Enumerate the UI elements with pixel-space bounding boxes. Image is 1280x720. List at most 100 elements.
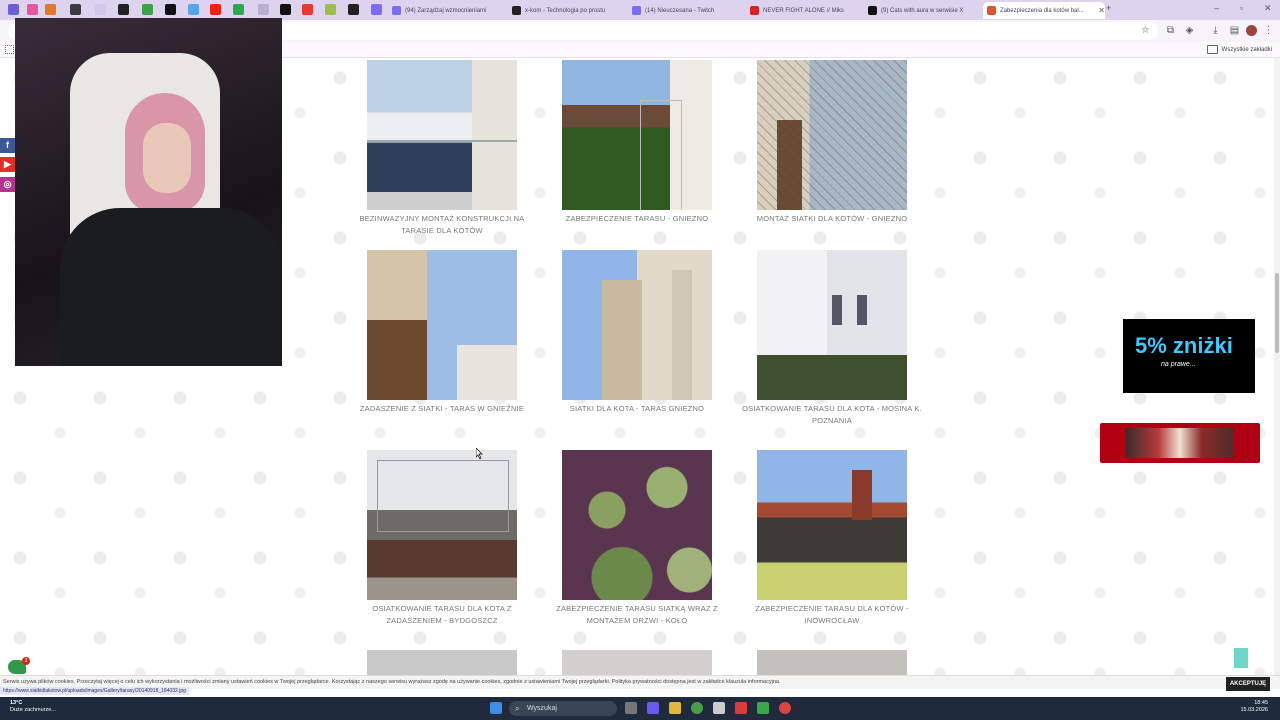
all-bookmarks[interactable]: Wszystkie zakładki <box>1206 45 1272 54</box>
bookmark-star-icon[interactable]: ☆ <box>1140 25 1151 36</box>
pinned-tab-icon[interactable] <box>325 4 336 15</box>
gallery-item[interactable]: ZADASZENIE Z SIATKI - TARAS W GNIEŹNIE <box>347 250 537 415</box>
chat-bubble-icon[interactable]: 3 <box>8 657 30 674</box>
chrome-icon[interactable] <box>691 702 703 714</box>
gallery-item[interactable]: OSIATKOWANIE TARASU DLA KOTA - MOSINA K.… <box>737 250 927 427</box>
profile-avatar[interactable] <box>1246 25 1257 36</box>
gallery-photo[interactable] <box>367 450 517 600</box>
gallery-photo[interactable] <box>367 650 517 675</box>
gallery-caption: OSIATKOWANIE TARASU DLA KOTA - MOSINA K.… <box>742 404 922 425</box>
weather-temp: 13°C <box>10 700 23 706</box>
mouse-cursor <box>475 446 483 460</box>
close-tab-icon[interactable]: ✕ <box>1098 6 1105 15</box>
close-window-icon[interactable]: ✕ <box>1264 3 1272 14</box>
screenshot-icon[interactable]: ⧉ <box>1165 25 1176 36</box>
pinned-tab-icon[interactable] <box>258 4 269 15</box>
new-tab-icon[interactable]: + <box>1106 3 1111 13</box>
app-icon[interactable] <box>647 702 659 714</box>
tab-youtube[interactable]: NEVER FIGHT ALONE // Miks <box>750 2 860 19</box>
app-icon[interactable] <box>713 702 725 714</box>
pinned-tab-icon[interactable] <box>165 4 176 15</box>
tab-strip: (94) Zarządzaj wzmocnieniami x-kom - Tec… <box>0 0 1280 20</box>
app-icon[interactable] <box>735 702 747 714</box>
x-icon <box>868 6 877 15</box>
pinned-tab-icon[interactable] <box>45 4 56 15</box>
tab-twitch-1[interactable]: (94) Zarządzaj wzmocnieniami <box>392 2 502 19</box>
minimize-icon[interactable]: – <box>1214 3 1219 13</box>
gallery-item[interactable]: SIATKI DLA KOTA - TARAS GNIEZNO <box>542 250 732 415</box>
chat-badge: 3 <box>22 657 30 665</box>
gallery-photo[interactable] <box>757 650 907 675</box>
tab-twitch-2[interactable]: (14) Nieuczesana - Twitch <box>632 2 742 19</box>
gallery-photo[interactable] <box>367 250 517 400</box>
pinned-tab-icon[interactable] <box>95 4 106 15</box>
menu-icon[interactable]: ⋮ <box>1263 25 1274 36</box>
scrollbar-thumb[interactable] <box>1275 273 1279 353</box>
pinned-tab-icon[interactable] <box>142 4 153 15</box>
gallery-photo[interactable] <box>562 250 712 400</box>
gallery-photo[interactable] <box>562 650 712 675</box>
facebook-icon[interactable]: f <box>0 138 15 153</box>
system-clock[interactable]: 18:45 15.03.2026 <box>1240 700 1268 714</box>
pinned-tab-icon[interactable] <box>188 4 199 15</box>
gallery-item[interactable]: ZABEZPIECZENIE TARASU DLA KOTÓW - INOWRO… <box>737 450 927 627</box>
pinned-tab-icon[interactable] <box>27 4 38 15</box>
extensions-icon[interactable]: ◈ <box>1184 25 1195 36</box>
gallery-caption: OSIATKOWANIE TARASU DLA KOTA Z ZADASZENI… <box>372 604 512 625</box>
file-explorer-icon[interactable] <box>669 702 681 714</box>
pinned-tab-icon[interactable] <box>70 4 81 15</box>
ad-banner[interactable] <box>1100 423 1260 463</box>
instagram-icon[interactable]: ◎ <box>0 177 15 192</box>
ad-artwork <box>1126 428 1234 458</box>
pinned-tab-icon[interactable] <box>371 4 382 15</box>
pinned-tab-icon[interactable] <box>210 4 221 15</box>
gallery-caption: MONTAŻ SIATKI DLA KOTÓW - GNIEZNO <box>756 214 908 223</box>
x-kom-icon <box>512 6 521 15</box>
tab-title: (14) Nieuczesana - Twitch <box>645 7 715 14</box>
pinned-tab-icon[interactable] <box>348 4 359 15</box>
download-icon[interactable]: ⤓ <box>1210 25 1221 36</box>
discount-subtext: na prawe... <box>1161 361 1196 368</box>
discount-banner[interactable]: 5% zniżki na prawe... <box>1123 319 1255 393</box>
gallery-photo[interactable] <box>757 250 907 400</box>
app-icon[interactable] <box>757 702 769 714</box>
pinned-tab-icon[interactable] <box>118 4 129 15</box>
apps-grid-icon[interactable] <box>5 45 14 54</box>
start-icon[interactable] <box>490 702 502 714</box>
gallery-photo[interactable] <box>562 60 712 210</box>
gallery-item[interactable]: MONTAŻ SIATKI DLA KOTÓW - GNIEZNO <box>737 60 927 225</box>
gallery-photo[interactable] <box>562 450 712 600</box>
gallery-caption: ZABEZPIECZENIE TARASU SIATKĄ WRAZ Z MONT… <box>556 604 718 625</box>
maximize-icon[interactable]: ▫ <box>1240 3 1243 13</box>
gallery-photo[interactable] <box>367 60 517 210</box>
pinned-tab-icon[interactable] <box>233 4 244 15</box>
tab-title: Zabezpieczenia dla kotów bal... <box>1000 7 1084 14</box>
scroll-to-top-button[interactable] <box>1234 648 1248 668</box>
pinned-tab-icon[interactable] <box>280 4 291 15</box>
app-icon[interactable] <box>779 702 791 714</box>
gallery-item[interactable]: BEZINWAZYJNY MONTAŻ KONSTRUKCJI NA TARAS… <box>347 60 537 237</box>
gallery-item[interactable]: ZABEZPIECZENIE TARASU - GNIEZNO <box>542 60 732 225</box>
tab-xkom[interactable]: x-kom - Technologia po prostu <box>512 2 622 19</box>
youtube-icon[interactable]: ▶ <box>0 157 15 172</box>
tab-title: x-kom - Technologia po prostu <box>525 7 606 14</box>
task-view-icon[interactable] <box>625 702 637 714</box>
tab-x[interactable]: (9) Cats with aura w serwisie X <box>868 2 978 19</box>
pinned-tab-icon[interactable] <box>302 4 313 15</box>
webcam-overlay <box>15 18 282 366</box>
youtube-icon <box>750 6 759 15</box>
gallery-photo[interactable] <box>757 60 907 210</box>
page-scrollbar[interactable] <box>1274 58 1280 675</box>
gallery-caption: BEZINWAZYJNY MONTAŻ KONSTRUKCJI NA TARAS… <box>359 214 525 235</box>
taskbar-search[interactable]: ⌕ Wyszukaj <box>509 701 617 716</box>
gallery-caption: ZADASZENIE Z SIATKI - TARAS W GNIEŹNIE <box>359 404 525 413</box>
tab-active[interactable]: Zabezpieczenia dla kotów bal... ✕ <box>983 2 1105 19</box>
gallery-item[interactable]: ZABEZPIECZENIE TARASU SIATKĄ WRAZ Z MONT… <box>542 450 732 627</box>
gallery-photo[interactable] <box>757 450 907 600</box>
weather-widget[interactable]: 13°C Duże zachmurze... <box>10 700 56 714</box>
split-view-icon[interactable]: ▤ <box>1229 25 1240 36</box>
tab-search-icon[interactable] <box>8 4 19 15</box>
accept-cookies-button[interactable]: AKCEPTUJĘ <box>1226 677 1270 691</box>
clock-date: 15.03.2026 <box>1240 707 1268 713</box>
gallery-item[interactable]: OSIATKOWANIE TARASU DLA KOTA Z ZADASZENI… <box>347 450 537 627</box>
